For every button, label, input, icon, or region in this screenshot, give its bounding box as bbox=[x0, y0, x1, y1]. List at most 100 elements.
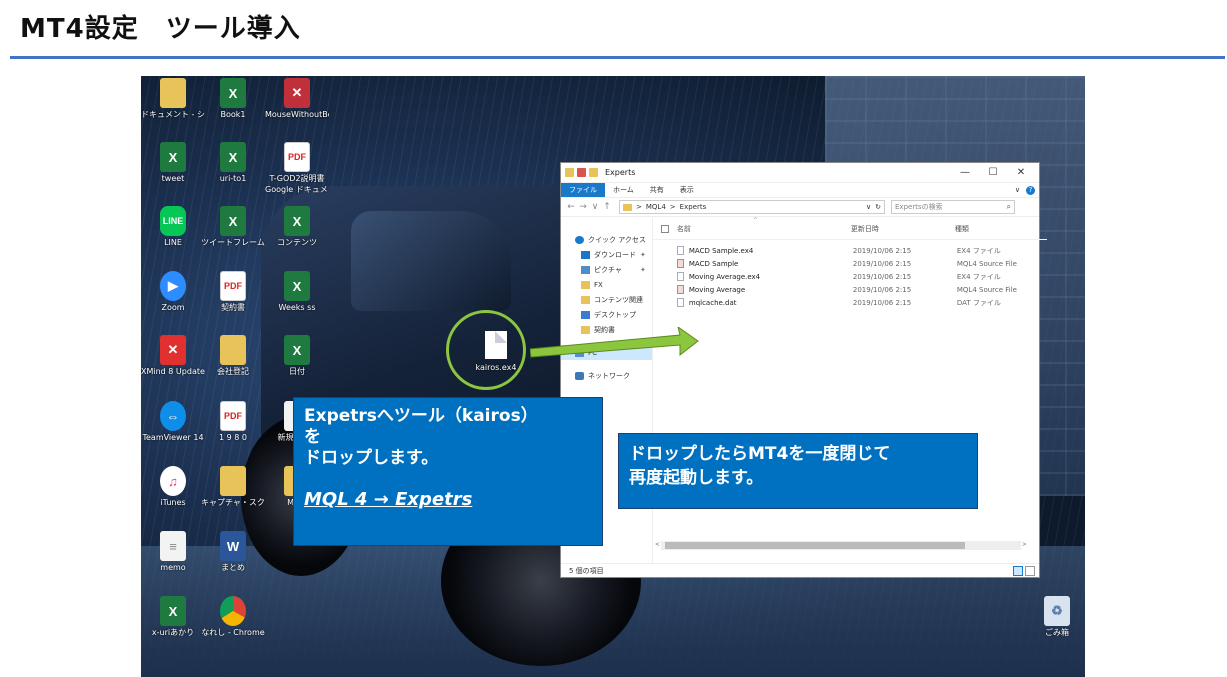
ex4-file-icon bbox=[676, 246, 684, 255]
dat-file-icon bbox=[676, 298, 684, 307]
breadcrumb-mql4[interactable]: MQL4 bbox=[646, 203, 666, 211]
horizontal-scrollbar[interactable]: < > bbox=[655, 541, 1027, 550]
column-header-date[interactable]: 更新日時 bbox=[851, 224, 955, 234]
new-folder-icon[interactable] bbox=[589, 168, 598, 177]
scrollbar-thumb[interactable] bbox=[664, 542, 965, 549]
desktop-icon-documents-shortcut[interactable]: ドキュメント - ショートカット bbox=[141, 78, 205, 119]
sort-indicator-icon: ^ bbox=[752, 217, 758, 224]
sidebar-item-downloads[interactable]: ダウンロード ✦ bbox=[561, 247, 652, 262]
folder-icon bbox=[220, 335, 246, 365]
details-view-button[interactable] bbox=[1013, 565, 1023, 576]
excel-icon: X bbox=[160, 596, 186, 626]
scroll-left-icon[interactable]: < bbox=[655, 541, 660, 548]
path-link: MQL 4 → Expetrs bbox=[304, 489, 473, 510]
desktop-icon-contents[interactable]: X コンテンツ bbox=[265, 206, 329, 247]
desktop-icon-teamviewer[interactable]: ⇔ TeamViewer 14 bbox=[141, 401, 205, 442]
title-underline bbox=[10, 56, 1225, 59]
sidebar-item-contents[interactable]: コンテンツ関連 bbox=[561, 292, 652, 307]
recycle-bin-icon: ♻ bbox=[1044, 596, 1070, 626]
search-input[interactable]: Expertsの検索 ⌕ bbox=[891, 200, 1015, 214]
close-button[interactable]: ✕ bbox=[1007, 167, 1035, 178]
maximize-button[interactable]: ☐ bbox=[979, 167, 1007, 178]
table-row[interactable]: Moving Average.ex4 2019/10/06 2:15 EX4 フ… bbox=[653, 270, 1047, 283]
file-icon bbox=[485, 331, 507, 359]
sidebar-item-network[interactable]: ネットワーク bbox=[561, 368, 652, 383]
folder-icon bbox=[623, 203, 632, 211]
properties-icon[interactable] bbox=[577, 168, 586, 177]
refresh-icon[interactable]: ↻ bbox=[875, 203, 881, 211]
excel-icon: X bbox=[220, 142, 246, 172]
desktop-icon-chrome[interactable]: なれし - Chrome bbox=[201, 596, 265, 637]
dragged-file-kairos[interactable]: kairos.ex4 bbox=[471, 331, 521, 372]
excel-icon: X bbox=[220, 78, 246, 108]
ribbon-expand-button[interactable]: ∨ bbox=[1015, 186, 1020, 195]
folder-icon bbox=[565, 168, 574, 177]
large-icons-view-button[interactable] bbox=[1025, 565, 1035, 576]
pictures-icon bbox=[581, 265, 590, 274]
forward-button[interactable]: → bbox=[577, 202, 589, 212]
desktop-icon-tweet-frame[interactable]: X ツイートフレーム bbox=[201, 206, 265, 247]
background-car-window bbox=[351, 211, 511, 311]
breadcrumb-separator: > bbox=[636, 203, 642, 211]
tab-share[interactable]: 共有 bbox=[642, 185, 672, 195]
desktop-icon-line[interactable]: LINE LINE bbox=[141, 206, 205, 247]
table-row[interactable]: mqlcache.dat 2019/10/06 2:15 DAT ファイル bbox=[653, 296, 1047, 309]
sidebar-item-quick-access[interactable]: クイック アクセス bbox=[561, 232, 652, 247]
desktop-icon-contract-pdf[interactable]: PDF 契約書 bbox=[201, 271, 265, 312]
recent-locations-button[interactable]: ∨ bbox=[589, 202, 601, 212]
item-count: 5 個の項目 bbox=[569, 566, 604, 575]
scroll-right-icon[interactable]: > bbox=[1022, 541, 1027, 548]
desktop-icon-uri-to1[interactable]: X uri-to1 bbox=[201, 142, 265, 183]
select-all-checkbox[interactable] bbox=[660, 224, 669, 233]
desktop-icon-company-folder[interactable]: 会社登記 bbox=[201, 335, 265, 376]
desktop-icon-1980-pdf[interactable]: PDF 1 9 8 0 bbox=[201, 401, 265, 442]
sidebar-item-desktop[interactable]: デスクトップ bbox=[561, 307, 652, 322]
explorer-titlebar[interactable]: Experts — ☐ ✕ bbox=[561, 163, 1039, 183]
table-row[interactable]: MACD Sample 2019/10/06 2:15 MQL4 Source … bbox=[653, 257, 1047, 270]
desktop-icon-date[interactable]: X 日付 bbox=[265, 335, 329, 376]
ribbon-tabs: ファイル ホーム 共有 表示 ∨ ? bbox=[561, 183, 1039, 197]
back-button[interactable]: ← bbox=[565, 202, 577, 212]
quick-access-icon bbox=[575, 235, 584, 244]
breadcrumb-experts[interactable]: Experts bbox=[680, 203, 707, 211]
folder-icon bbox=[581, 280, 590, 289]
explorer-window: Experts — ☐ ✕ ファイル ホーム 共有 表示 ∨ ? ← → ∨ ↑ bbox=[560, 162, 1047, 578]
desktop-icon-capture-folder[interactable]: キャプチャ・スクリーンショット bbox=[201, 466, 265, 507]
tab-home[interactable]: ホーム bbox=[605, 185, 642, 195]
desktop-icon-weeks[interactable]: X Weeks ss bbox=[265, 271, 329, 312]
desktop-icon-book1[interactable]: X Book1 bbox=[201, 78, 265, 119]
desktop-icon-itunes[interactable]: ♫ iTunes bbox=[141, 466, 205, 507]
table-row[interactable]: MACD Sample.ex4 2019/10/06 2:15 EX4 ファイル bbox=[653, 244, 1047, 257]
desktop-icon-tgod2-pdf[interactable]: PDF T-GOD2説明書 Google ドキュメント bbox=[265, 142, 329, 194]
pin-icon: ✦ bbox=[640, 250, 646, 259]
sidebar-item-fx[interactable]: FX bbox=[561, 277, 652, 292]
desktop-icon-recycle-bin[interactable]: ♻ ごみ箱 bbox=[1025, 596, 1085, 637]
desktop-icon-tweet[interactable]: X tweet bbox=[141, 142, 205, 183]
column-header-name[interactable]: 名前 bbox=[677, 224, 851, 234]
tab-view[interactable]: 表示 bbox=[672, 185, 702, 195]
desktop-icon-matome-word[interactable]: W まとめ bbox=[201, 531, 265, 572]
column-header-type[interactable]: 種類 bbox=[955, 224, 1045, 234]
help-icon[interactable]: ? bbox=[1026, 185, 1035, 195]
excel-icon: X bbox=[284, 335, 310, 365]
desktop-icon-x-uri[interactable]: X x-uriあかり bbox=[141, 596, 205, 637]
address-bar-row: ← → ∨ ↑ > MQL4 > Experts ∨ ↻ Expertsの検索 … bbox=[561, 197, 1039, 217]
excel-icon: X bbox=[284, 271, 310, 301]
sidebar-item-pictures[interactable]: ピクチャ ✦ bbox=[561, 262, 652, 277]
address-dropdown-chevron-icon[interactable]: ∨ bbox=[866, 203, 871, 211]
callout-drop-instruction: Expetrsへツール（kairos） を ドロップします。 MQL 4 → E… bbox=[293, 397, 603, 546]
line-icon: LINE bbox=[160, 206, 186, 236]
table-row[interactable]: Moving Average 2019/10/06 2:15 MQL4 Sour… bbox=[653, 283, 1047, 296]
download-icon bbox=[581, 250, 590, 259]
desktop-icon-memo[interactable]: ≡ memo bbox=[141, 531, 205, 572]
address-bar[interactable]: > MQL4 > Experts ∨ ↻ bbox=[619, 200, 885, 214]
desktop-icon-zoom[interactable]: ▶ Zoom bbox=[141, 271, 205, 312]
desktop-icon-xmind[interactable]: ✕ XMind 8 Update 8 bbox=[141, 335, 205, 376]
minimize-button[interactable]: — bbox=[951, 167, 979, 178]
excel-icon: X bbox=[160, 142, 186, 172]
desktop-icon-mousewithoutborders[interactable]: ✕ MouseWithoutBo bbox=[265, 78, 329, 119]
doc-icon: ≡ bbox=[160, 531, 186, 561]
network-icon bbox=[575, 371, 584, 380]
tab-file[interactable]: ファイル bbox=[561, 183, 605, 197]
up-button[interactable]: ↑ bbox=[601, 202, 613, 212]
